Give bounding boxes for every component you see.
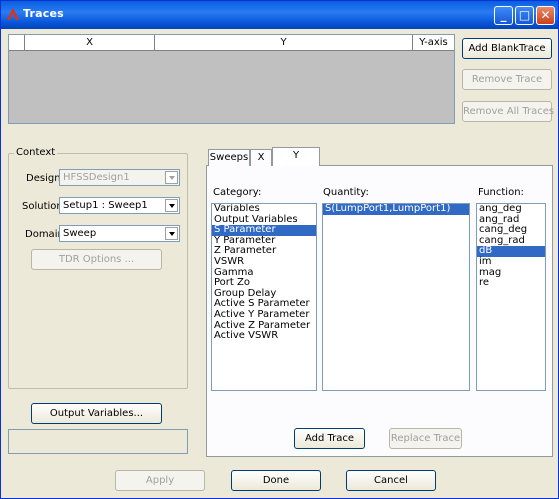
solution-value: Setup1 : Sweep1 [63, 200, 148, 211]
solution-select[interactable]: Setup1 : Sweep1 [59, 197, 180, 214]
done-button[interactable]: Done [231, 470, 321, 491]
apply-button[interactable]: Apply [115, 470, 205, 491]
tab-x[interactable]: X [250, 149, 272, 166]
column-header-y-axis[interactable]: Y-axis [413, 35, 454, 51]
function-list[interactable]: ang_deg ang_rad cang_deg cang_rad dB im mag re [476, 203, 546, 391]
traces-table[interactable]: X Y Y-axis [8, 34, 455, 124]
window-title: Traces [23, 7, 64, 20]
tab-sweeps[interactable]: Sweeps [208, 149, 250, 166]
category-list-item[interactable]: Active VSWR [212, 331, 316, 342]
function-label: Function: [478, 187, 524, 198]
minimize-icon[interactable]: _ [494, 6, 513, 25]
context-group-label: Context [14, 147, 58, 158]
remove-trace-button[interactable]: Remove Trace [462, 69, 552, 90]
chevron-down-icon[interactable] [165, 227, 178, 240]
category-list-item[interactable]: Variables [212, 204, 316, 215]
quantity-list-item[interactable]: S(LumpPort1,LumpPort1) [323, 204, 469, 215]
traces-table-header: X Y Y-axis [9, 35, 454, 51]
design-select[interactable]: HFSSDesign1 [59, 169, 180, 186]
output-variables-button[interactable]: Output Variables... [31, 403, 162, 424]
category-list[interactable]: Variables Output Variables S Parameter Y Pa… [211, 203, 317, 391]
quantity-label: Quantity: [323, 187, 369, 198]
traces-dialog: Traces _ □ ✕ X Y Y-axis Add BlankTrace R… [0, 0, 559, 499]
replace-trace-button[interactable]: Replace Trace [389, 428, 462, 449]
tdr-options-button[interactable]: TDR Options ... [31, 249, 162, 270]
column-header-y[interactable]: Y [155, 35, 413, 51]
add-trace-button[interactable]: Add Trace [294, 428, 365, 449]
remove-all-traces-button[interactable]: Remove All Traces [462, 101, 554, 122]
chevron-down-icon[interactable] [165, 199, 178, 212]
status-box [8, 429, 188, 454]
category-list-item[interactable]: VSWR [212, 256, 316, 268]
column-header-x[interactable]: X [25, 35, 155, 51]
tab-y[interactable]: Y [272, 147, 320, 166]
close-icon[interactable]: ✕ [536, 6, 555, 25]
function-list-item[interactable]: re [477, 278, 545, 289]
design-value: HFSSDesign1 [63, 172, 130, 183]
context-group [8, 153, 188, 389]
column-header-select[interactable] [9, 35, 25, 51]
function-list-item[interactable]: im [477, 256, 545, 268]
domain-value: Sweep [63, 228, 97, 239]
add-blank-trace-button[interactable]: Add BlankTrace [462, 38, 552, 59]
domain-select[interactable]: Sweep [59, 225, 180, 242]
chevron-down-icon[interactable] [165, 171, 178, 184]
cancel-button[interactable]: Cancel [346, 470, 436, 491]
title-bar[interactable]: Traces _ □ ✕ [1, 1, 558, 29]
category-list-item[interactable]: Active Y Parameter [212, 309, 316, 321]
quantity-list[interactable]: S(LumpPort1,LumpPort1) [322, 203, 470, 391]
category-label: Category: [213, 187, 262, 198]
maximize-icon[interactable]: □ [515, 6, 534, 25]
ansoft-logo-icon [7, 8, 19, 20]
function-list-item[interactable]: ang_deg [477, 204, 545, 215]
